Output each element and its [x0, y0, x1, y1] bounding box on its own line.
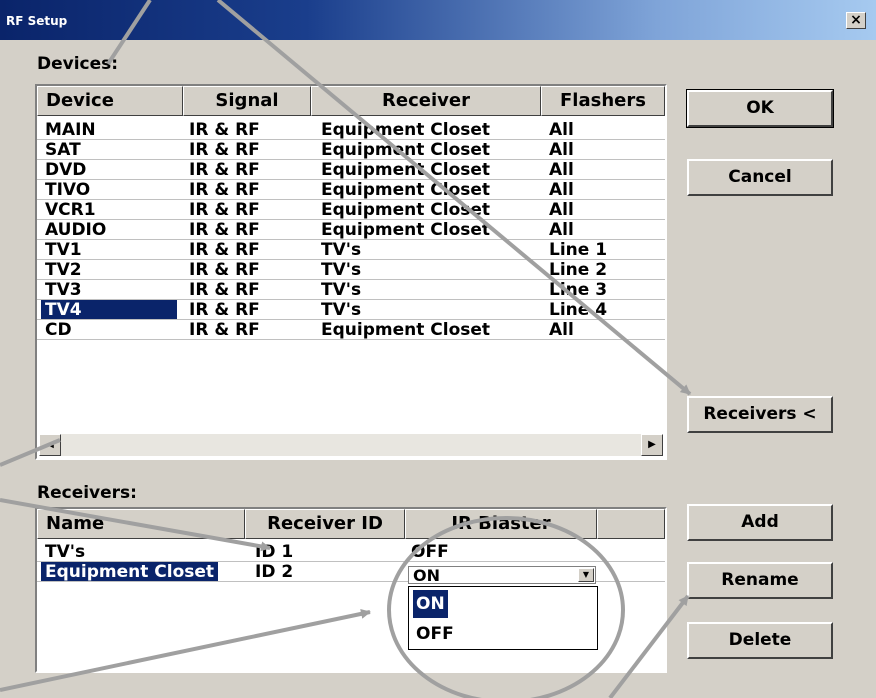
devices-list[interactable]: Device Signal Receiver Flashers MAIN IR &…	[35, 84, 667, 460]
device-cell-device: AUDIO	[45, 220, 107, 240]
device-cell-device: TV2	[45, 260, 82, 280]
ir-blaster-dropdown[interactable]: ON OFF	[408, 586, 598, 650]
receivers-header-receiver-id[interactable]: Receiver ID	[245, 509, 405, 539]
device-cell-device: SAT	[45, 140, 81, 160]
device-cell-device: VCR1	[45, 200, 96, 220]
title-bar: RF Setup ×	[0, 0, 876, 40]
gridline	[37, 339, 665, 340]
close-icon: ×	[850, 12, 862, 28]
rename-button[interactable]: Rename	[687, 562, 833, 599]
device-cell-signal: IR & RF	[189, 260, 260, 280]
receiver-cell-receiver-id: ID 1	[255, 542, 294, 562]
receiver-cell-name: Equipment Closet	[41, 562, 219, 582]
receivers-label: Receivers:	[37, 483, 137, 503]
device-row[interactable]: TV2 IR & RF TV's Line 2	[37, 260, 665, 280]
device-cell-signal: IR & RF	[189, 320, 260, 340]
device-cell-device: TIVO	[45, 180, 91, 200]
dropdown-option-on[interactable]: ON	[413, 590, 448, 618]
device-row[interactable]: MAIN IR & RF Equipment Closet All	[37, 120, 665, 140]
device-cell-flashers: All	[549, 120, 574, 140]
device-row[interactable]: TV1 IR & RF TV's Line 1	[37, 240, 665, 260]
device-cell-device: TV3	[45, 280, 82, 300]
receiver-row[interactable]: TV's ID 1 OFF	[37, 542, 665, 562]
device-cell-receiver: Equipment Closet	[321, 220, 491, 240]
device-cell-flashers: Line 1	[549, 240, 608, 260]
device-cell-signal: IR & RF	[189, 140, 260, 160]
device-cell-device: CD	[45, 320, 72, 340]
device-row[interactable]: TV4 IR & RF TV's Line 4	[37, 300, 665, 320]
device-cell-receiver: TV's	[321, 300, 362, 320]
device-cell-signal: IR & RF	[189, 120, 260, 140]
ir-blaster-combo-value: ON	[413, 566, 440, 585]
device-cell-receiver: Equipment Closet	[321, 160, 491, 180]
receiver-cell-receiver-id: ID 2	[255, 562, 294, 582]
device-cell-device: DVD	[45, 160, 87, 180]
device-row[interactable]: AUDIO IR & RF Equipment Closet All	[37, 220, 665, 240]
device-cell-flashers: All	[549, 180, 574, 200]
device-cell-receiver: TV's	[321, 240, 362, 260]
device-row[interactable]: VCR1 IR & RF Equipment Closet All	[37, 200, 665, 220]
device-cell-flashers: All	[549, 320, 574, 340]
ok-button[interactable]: OK	[686, 89, 834, 128]
device-row[interactable]: SAT IR & RF Equipment Closet All	[37, 140, 665, 160]
device-cell-flashers: All	[549, 220, 574, 240]
device-cell-flashers: Line 3	[549, 280, 608, 300]
scroll-left-icon[interactable]: ◀	[39, 434, 61, 456]
device-cell-signal: IR & RF	[189, 160, 260, 180]
device-cell-flashers: All	[549, 200, 574, 220]
device-cell-receiver: Equipment Closet	[321, 200, 491, 220]
device-cell-receiver: Equipment Closet	[321, 180, 491, 200]
device-cell-flashers: Line 2	[549, 260, 608, 280]
receiver-cell-ir-blaster: OFF	[411, 542, 449, 562]
device-cell-receiver: Equipment Closet	[321, 320, 491, 340]
device-cell-signal: IR & RF	[189, 280, 260, 300]
cancel-button[interactable]: Cancel	[687, 159, 833, 196]
device-cell-signal: IR & RF	[189, 300, 260, 320]
device-row[interactable]: TIVO IR & RF Equipment Closet All	[37, 180, 665, 200]
device-row[interactable]: CD IR & RF Equipment Closet All	[37, 320, 665, 340]
device-cell-signal: IR & RF	[189, 240, 260, 260]
device-cell-device: TV4	[41, 300, 177, 320]
delete-button[interactable]: Delete	[687, 622, 833, 659]
devices-header-receiver[interactable]: Receiver	[311, 86, 541, 116]
close-button[interactable]: ×	[846, 12, 866, 29]
scroll-right-icon[interactable]: ▶	[641, 434, 663, 456]
ir-blaster-combo[interactable]: ON ▼	[408, 566, 596, 585]
add-button[interactable]: Add	[687, 504, 833, 541]
devices-label: Devices:	[37, 54, 119, 74]
devices-header-device[interactable]: Device	[37, 86, 183, 116]
dropdown-option-off[interactable]: OFF	[413, 620, 457, 648]
device-cell-receiver: TV's	[321, 260, 362, 280]
receivers-toggle-button[interactable]: Receivers <	[687, 396, 833, 433]
devices-horizontal-scrollbar[interactable]: ◀ ▶	[39, 434, 663, 456]
device-row[interactable]: DVD IR & RF Equipment Closet All	[37, 160, 665, 180]
device-cell-flashers: Line 4	[549, 300, 608, 320]
receivers-header-ir-blaster[interactable]: IR Blaster	[405, 509, 597, 539]
device-cell-receiver: Equipment Closet	[321, 120, 491, 140]
window-title: RF Setup	[6, 14, 68, 28]
device-row[interactable]: TV3 IR & RF TV's Line 3	[37, 280, 665, 300]
device-cell-signal: IR & RF	[189, 220, 260, 240]
chevron-down-icon[interactable]: ▼	[578, 568, 594, 582]
devices-header-signal[interactable]: Signal	[183, 86, 311, 116]
device-cell-device: TV1	[45, 240, 82, 260]
device-cell-device: MAIN	[45, 120, 96, 140]
device-cell-signal: IR & RF	[189, 180, 260, 200]
device-cell-flashers: All	[549, 160, 574, 180]
device-cell-receiver: Equipment Closet	[321, 140, 491, 160]
device-cell-receiver: TV's	[321, 280, 362, 300]
devices-header-flashers[interactable]: Flashers	[541, 86, 665, 116]
receiver-cell-name: TV's	[45, 542, 86, 562]
receivers-header-name[interactable]: Name	[37, 509, 245, 539]
device-cell-signal: IR & RF	[189, 200, 260, 220]
receivers-header-empty	[597, 509, 665, 539]
device-cell-flashers: All	[549, 140, 574, 160]
